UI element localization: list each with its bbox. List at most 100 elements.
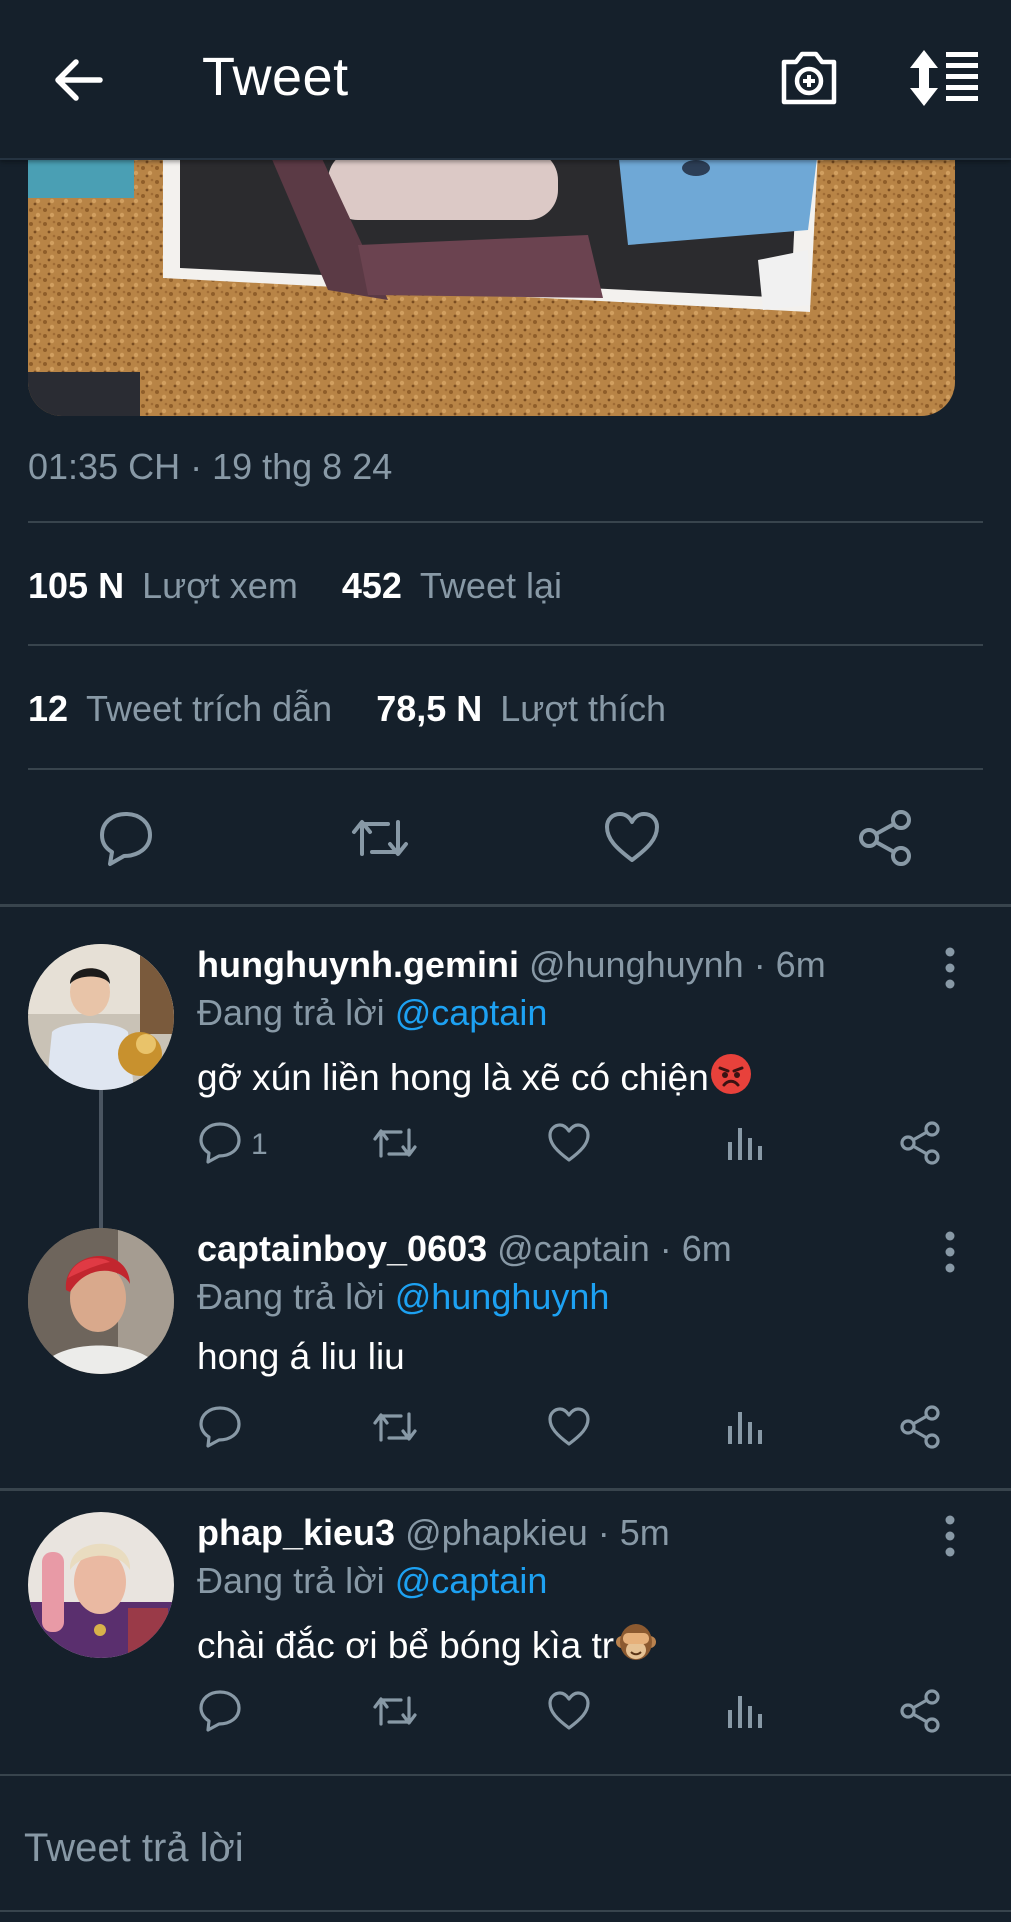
share-button[interactable] — [897, 1688, 943, 1738]
stats-row-quotes-likes: 12 Tweet trích dẫn 78,5 N Lượt thích — [28, 688, 700, 730]
replying-to: Đang trả lời @hunghuynh — [197, 1276, 609, 1318]
section-divider — [0, 904, 1011, 907]
mention-link[interactable]: @captain — [395, 992, 548, 1033]
share-button[interactable] — [897, 1404, 943, 1454]
bar-chart-icon — [728, 1696, 762, 1728]
sort-replies-button[interactable] — [906, 48, 980, 108]
arrow-left-icon — [55, 59, 103, 101]
analytics-button[interactable] — [722, 1688, 768, 1738]
avatar[interactable] — [28, 1512, 174, 1658]
more-options-button[interactable] — [930, 1512, 970, 1560]
avatar-image — [28, 944, 174, 1090]
thread-connector — [99, 1090, 103, 1228]
reply-composer — [0, 1774, 1011, 1922]
divider — [28, 768, 983, 770]
avatar[interactable] — [28, 944, 174, 1090]
reply-button[interactable] — [197, 1404, 287, 1454]
quotes-stat[interactable]: 12 Tweet trích dẫn — [28, 688, 376, 729]
views-count: 105 N — [28, 565, 125, 606]
retweets-label: Tweet lại — [419, 565, 562, 606]
reply-button[interactable]: 1 — [197, 1120, 287, 1170]
likes-label: Lượt thích — [500, 688, 667, 729]
replying-to: Đang trả lời @captain — [197, 992, 547, 1034]
share-button[interactable] — [855, 808, 915, 868]
back-button[interactable] — [50, 52, 106, 108]
reply-text: gỡ xún liền hong là xẽ có chiện — [197, 1052, 753, 1099]
mention-link[interactable]: @hunghuynh — [395, 1276, 610, 1317]
camera-button[interactable] — [778, 46, 840, 108]
avatar[interactable] — [28, 1228, 174, 1374]
replying-to: Đang trả lời @captain — [197, 1560, 547, 1602]
like-button[interactable] — [546, 1120, 592, 1170]
reply-icon — [199, 1690, 241, 1732]
more-options-button[interactable] — [930, 1228, 970, 1276]
more-vertical-icon — [945, 1231, 955, 1273]
views-stat[interactable]: 105 N Lượt xem — [28, 565, 342, 606]
reply-input[interactable] — [22, 1820, 966, 1876]
stats-row-views-retweets: 105 N Lượt xem 452 Tweet lại — [28, 565, 596, 607]
reply-text: hong á liu liu — [197, 1336, 405, 1378]
tweet-media-image[interactable] — [28, 150, 955, 416]
reply-button[interactable] — [197, 1688, 287, 1738]
retweet-icon — [373, 1128, 417, 1158]
mention-link[interactable]: @captain — [395, 1560, 548, 1601]
share-icon — [859, 810, 911, 866]
bar-chart-icon — [728, 1128, 762, 1160]
retweets-count: 452 — [341, 565, 402, 606]
reply-icon — [199, 1406, 241, 1448]
share-icon — [900, 1121, 940, 1165]
replying-prefix: Đang trả lời — [197, 992, 385, 1033]
share-button[interactable] — [897, 1120, 943, 1170]
tweet-timestamp: 01:35 CH · 19 thg 8 24 — [28, 446, 393, 487]
retweet-button[interactable] — [370, 1404, 420, 1454]
heart-icon — [548, 1407, 590, 1446]
heart-icon — [605, 812, 659, 862]
retweet-icon — [373, 1412, 417, 1442]
retweet-icon — [373, 1696, 417, 1726]
photo-image — [28, 150, 955, 416]
reply-text-body: gỡ xún liền hong là xẽ có chiện — [197, 1057, 709, 1098]
reply-icon — [199, 1122, 241, 1164]
views-label: Lượt xem — [142, 565, 298, 606]
more-vertical-icon — [945, 947, 955, 989]
analytics-button[interactable] — [722, 1404, 768, 1454]
retweet-button[interactable] — [370, 1120, 420, 1170]
display-name[interactable]: phap_kieu3 — [197, 1512, 395, 1553]
analytics-button[interactable] — [722, 1120, 768, 1170]
bar-chart-icon — [728, 1412, 762, 1444]
like-button[interactable] — [546, 1688, 592, 1738]
replying-prefix: Đang trả lời — [197, 1560, 385, 1601]
heart-icon — [548, 1691, 590, 1730]
like-button[interactable] — [546, 1404, 592, 1454]
retweet-button[interactable] — [348, 808, 412, 868]
avatar-image — [28, 1512, 174, 1658]
divider — [28, 521, 983, 523]
display-name[interactable]: captainboy_0603 — [197, 1228, 487, 1269]
tweet-action-bar — [0, 780, 1011, 900]
top-app-bar: Tweet — [0, 0, 1011, 160]
more-vertical-icon — [945, 1515, 955, 1557]
quotes-label: Tweet trích dẫn — [86, 688, 333, 729]
sort-list-icon — [910, 50, 978, 106]
display-name[interactable]: hunghuynh.gemini — [197, 944, 519, 985]
reply-count: 1 — [251, 1128, 268, 1161]
likes-stat[interactable]: 78,5 N Lượt thích — [376, 688, 700, 729]
likes-count: 78,5 N — [376, 688, 483, 729]
share-icon — [900, 1405, 940, 1449]
more-options-button[interactable] — [930, 944, 970, 992]
reply-icon — [100, 812, 152, 866]
replying-prefix: Đang trả lời — [197, 1276, 385, 1317]
like-button[interactable] — [602, 808, 662, 868]
reply-header: hunghuynh.gemini @hunghuynh · 6m — [197, 944, 826, 986]
retweets-stat[interactable]: 452 Tweet lại — [342, 565, 596, 606]
heart-icon — [548, 1123, 590, 1162]
reply-button[interactable] — [96, 808, 156, 868]
angry-face-emoji — [710, 1054, 751, 1094]
handle-and-time: @phapkieu · 5m — [405, 1512, 670, 1553]
reply-header: captainboy_0603 @captain · 6m — [197, 1228, 732, 1270]
handle-and-time: @captain · 6m — [497, 1228, 732, 1269]
reply-text: chài đắc ơi bể bóng kìa tr — [197, 1620, 658, 1667]
avatar-image — [28, 1228, 174, 1374]
retweet-button[interactable] — [370, 1688, 420, 1738]
camera-plus-icon — [781, 51, 837, 105]
